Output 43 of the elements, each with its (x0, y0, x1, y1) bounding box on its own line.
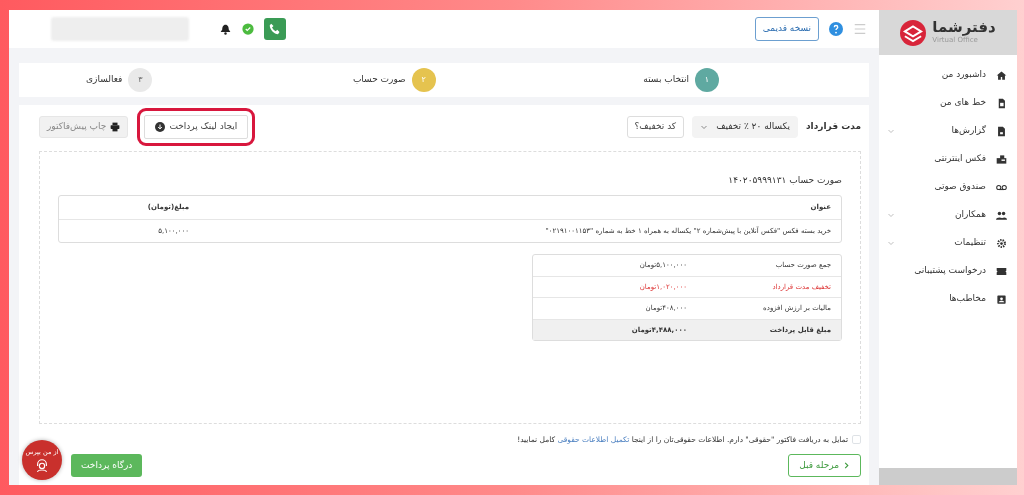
logo-name: دفترشما (932, 19, 996, 35)
sidebar-item[interactable]: تنظیمات (879, 229, 1017, 257)
collapse-bar[interactable] (879, 468, 1017, 485)
home-icon (996, 69, 1007, 81)
step-number: ۱ (695, 68, 719, 92)
ticket-icon (996, 265, 1007, 277)
step-number: ۲ (411, 68, 436, 92)
verified-icon (242, 23, 254, 35)
phone-icon (269, 23, 281, 35)
settings-icon (996, 237, 1007, 249)
step-number: ۳ (128, 68, 153, 92)
sidebar-item[interactable]: فکس اینترنتی (879, 145, 1017, 173)
sim-card-icon (996, 97, 1007, 109)
sidebar-item[interactable]: خط های من (879, 89, 1017, 117)
bell-icon (219, 22, 232, 36)
help-icon (829, 22, 843, 36)
chevron-right-icon (843, 461, 850, 469)
logo-icon (900, 19, 927, 46)
fax-icon (996, 153, 1007, 165)
download-icon (155, 121, 166, 132)
document-icon (996, 125, 1007, 137)
step-label: صورت حساب (352, 73, 406, 87)
phone-button[interactable] (264, 18, 286, 40)
previous-step-button[interactable]: مرحله قبل (788, 453, 861, 477)
old-version-button[interactable]: نسخه قدیمی (754, 17, 819, 41)
contract-select[interactable]: یکساله ۲۰ ٪ تخفیف (692, 116, 798, 138)
contract-label: مدت قرارداد (805, 120, 861, 134)
step-label: انتخاب بسته (643, 73, 689, 87)
step-label: فعالسازی (86, 73, 123, 87)
headset-icon (35, 457, 49, 472)
discount-code-button[interactable]: کد تخفیف؟ (626, 116, 685, 138)
menu-icon (853, 22, 867, 36)
contact-card-icon (996, 293, 1007, 305)
sidebar-item[interactable]: داشبورد من (879, 61, 1017, 89)
invoice-title: صورت حساب ۱۴۰۲۰۵۹۹۹۱۳۱ (727, 173, 842, 187)
sidebar-item[interactable]: مخاطب‌ها (879, 285, 1017, 313)
sidebar-item[interactable]: همکاران (879, 201, 1017, 229)
printer-icon (110, 121, 121, 132)
people-icon (996, 209, 1007, 221)
sidebar-item[interactable]: درخواست پشتیبانی (879, 257, 1017, 285)
legal-invoice-checkbox[interactable] (852, 435, 861, 445)
sidebar-item[interactable]: گزارش‌ها (879, 117, 1017, 145)
sidebar-item[interactable]: صندوق صوتی (879, 173, 1017, 201)
